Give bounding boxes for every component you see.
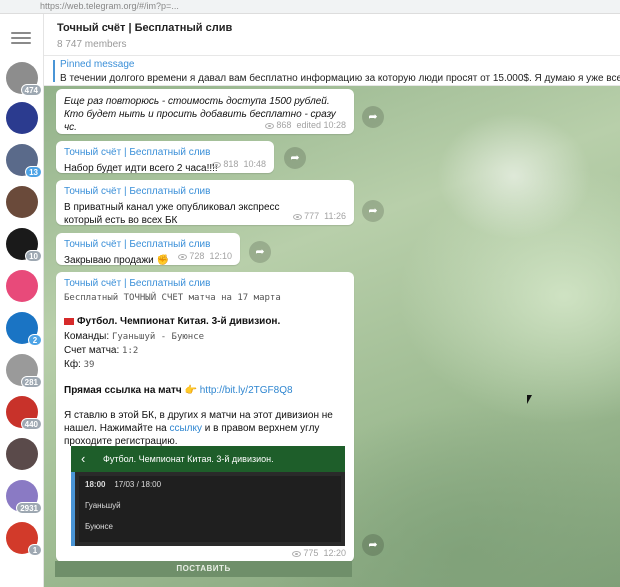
pinned-label: Pinned message: [60, 59, 135, 70]
message-area: Еще раз повторюсь - стоимость доступа 15…: [44, 86, 620, 587]
globe-icon[interactable]: [6, 102, 38, 134]
post-subtitle: Бесплатный ТОЧНЫЙ СЧЕТ матча на 17 марта: [64, 293, 281, 303]
browser-address-bar[interactable]: https://web.telegram.org/#/im?p=...: [0, 0, 620, 14]
views-icon: [265, 122, 275, 129]
unread-badge: 13: [25, 166, 42, 178]
channel-title: Точный счёт | Бесплатный слив: [57, 22, 233, 34]
views-count: 728: [189, 251, 205, 261]
views-icon: [292, 550, 302, 557]
preview-header: ‹ Футбол. Чемпионат Китая. 3-й дивизион.: [71, 446, 345, 472]
registration-link[interactable]: ссылку: [169, 423, 202, 434]
person-icon[interactable]: [6, 438, 38, 470]
pinned-text: В течении долгого времени я давал вам бе…: [60, 73, 620, 84]
link-label: Прямая ссылка на матч: [64, 385, 182, 396]
score-label: Счет матча:: [64, 345, 120, 356]
pinned-message-bar[interactable]: Pinned message В течении долгого времени…: [44, 56, 620, 86]
message-meta: 868 edited 10:28: [265, 120, 346, 130]
preview-date: 17/03 / 18:00: [114, 480, 162, 489]
score-line: Счет матча: 1:2: [64, 344, 346, 358]
preview-team2: Буюнсе: [85, 522, 113, 531]
views-count: 775: [303, 548, 319, 558]
mouse-cursor-icon: [527, 395, 532, 404]
message-time: edited 10:28: [296, 120, 346, 130]
back-arrow-icon: ‹: [81, 451, 86, 466]
message-time: 12:10: [209, 251, 232, 261]
odds-label: Кф:: [64, 359, 81, 370]
unread-badge: 1: [28, 544, 42, 556]
message-text: В приватный канал уже опубликовал экспре…: [64, 202, 280, 226]
match-link[interactable]: http://bit.ly/2TGF8Q8: [200, 385, 293, 396]
main-post-bubble[interactable]: Точный счёт | Бесплатный слив Бесплатный…: [56, 272, 354, 562]
skull-icon[interactable]: 10: [6, 228, 42, 262]
url-text: https://web.telegram.org/#/im?p=...: [40, 1, 179, 11]
teams-line: Команды: Гуаньшуй - Буюнсе: [64, 330, 346, 344]
share-icon[interactable]: ➦: [362, 534, 384, 556]
odds-value: 39: [83, 360, 95, 370]
message-meta: 777 11:26: [293, 211, 346, 221]
link-preview-image[interactable]: ‹ Футбол. Чемпионат Китая. 3-й дивизион. …: [71, 446, 345, 546]
pen-icon[interactable]: 281: [6, 354, 42, 388]
group-icon[interactable]: [6, 186, 38, 218]
message-meta: 775 12:20: [292, 548, 346, 558]
views-count: 818: [223, 159, 239, 169]
unread-badge: 474: [20, 84, 42, 96]
unread-badge: 440: [20, 418, 42, 430]
message-author: Точный счёт | Бесплатный слив: [64, 278, 211, 289]
preview-title: Футбол. Чемпионат Китая. 3-й дивизион.: [103, 454, 274, 464]
preview-team1: Гуаньшуй: [85, 501, 121, 510]
share-icon[interactable]: ➦: [284, 147, 306, 169]
message-author: Точный счёт | Бесплатный слив: [64, 186, 211, 197]
unread-badge: 10: [25, 250, 42, 262]
score-value: 1:2: [122, 346, 139, 356]
logo-icon[interactable]: 1: [6, 522, 42, 556]
message-meta: 818 10:48: [212, 159, 266, 169]
message-time: 11:26: [324, 211, 346, 221]
message-bubble[interactable]: Точный счёт | Бесплатный слив Закрываю п…: [56, 233, 240, 266]
preview-match-card: 18:00 17/03 / 18:00 Гуаньшуй Буюнсе: [79, 476, 341, 542]
match-link-line: Прямая ссылка на матч 👉 http://bit.ly/2T…: [64, 384, 346, 397]
message-bubble[interactable]: Точный счёт | Бесплатный слив Набор буде…: [56, 141, 274, 174]
message-author: Точный счёт | Бесплатный слив: [64, 239, 211, 250]
chat-list-sidebar: 474 13 10 2 281 440 2931 1: [0, 14, 44, 587]
views-icon: [212, 161, 222, 168]
fb-icon[interactable]: 2931: [6, 480, 42, 514]
share-icon[interactable]: ➦: [362, 106, 384, 128]
teams-value: Гуаньшуй - Буюнсе: [111, 332, 205, 342]
unread-badge: 2931: [16, 502, 42, 514]
ball-icon[interactable]: 440: [6, 396, 42, 430]
share-icon[interactable]: ➦: [362, 200, 384, 222]
person-icon[interactable]: 13: [6, 144, 42, 178]
unread-badge: 2: [28, 334, 42, 346]
sport-text: Футбол. Чемпионат Китая. 3-й дивизион.: [77, 316, 281, 327]
message-author: Точный счёт | Бесплатный слив: [64, 147, 211, 158]
message-bubble[interactable]: Точный счёт | Бесплатный слив В приватны…: [56, 180, 354, 226]
atp-icon[interactable]: 2: [6, 312, 42, 346]
teams-label: Команды:: [64, 331, 110, 342]
message-meta: 728 12:10: [178, 251, 232, 261]
members-count: 8 747 members: [57, 39, 127, 50]
logo-icon[interactable]: [6, 270, 38, 302]
china-flag-icon: [64, 317, 74, 325]
post-sport-line: Футбол. Чемпионат Китая. 3-й дивизион.: [64, 315, 346, 328]
message-time: 10:48: [243, 159, 266, 169]
pinned-accent-bar: [53, 60, 55, 82]
hamburger-menu-icon[interactable]: [11, 32, 31, 46]
message-time: 12:20: [323, 548, 346, 558]
odds-line: Кф: 39: [64, 358, 346, 372]
preview-time-row: 18:00 17/03 / 18:00: [85, 480, 335, 489]
pointing-hand-icon: 👉: [184, 385, 197, 396]
unread-badge: 281: [20, 376, 42, 388]
place-bet-button[interactable]: ПОСТАВИТЬ: [55, 561, 352, 577]
views-icon: [178, 253, 188, 260]
views-count: 777: [304, 211, 320, 221]
share-icon[interactable]: ➦: [249, 241, 271, 263]
camera-icon[interactable]: 474: [6, 62, 42, 96]
post-body-text: Я ставлю в этой БК, в других я матчи на …: [64, 409, 348, 448]
channel-header[interactable]: Точный счёт | Бесплатный слив 8 747 memb…: [44, 14, 620, 56]
preview-time: 18:00: [85, 480, 106, 489]
views-icon: [293, 213, 303, 220]
message-bubble[interactable]: Еще раз повторюсь - стоимость доступа 15…: [56, 89, 354, 134]
views-count: 868: [276, 120, 292, 130]
